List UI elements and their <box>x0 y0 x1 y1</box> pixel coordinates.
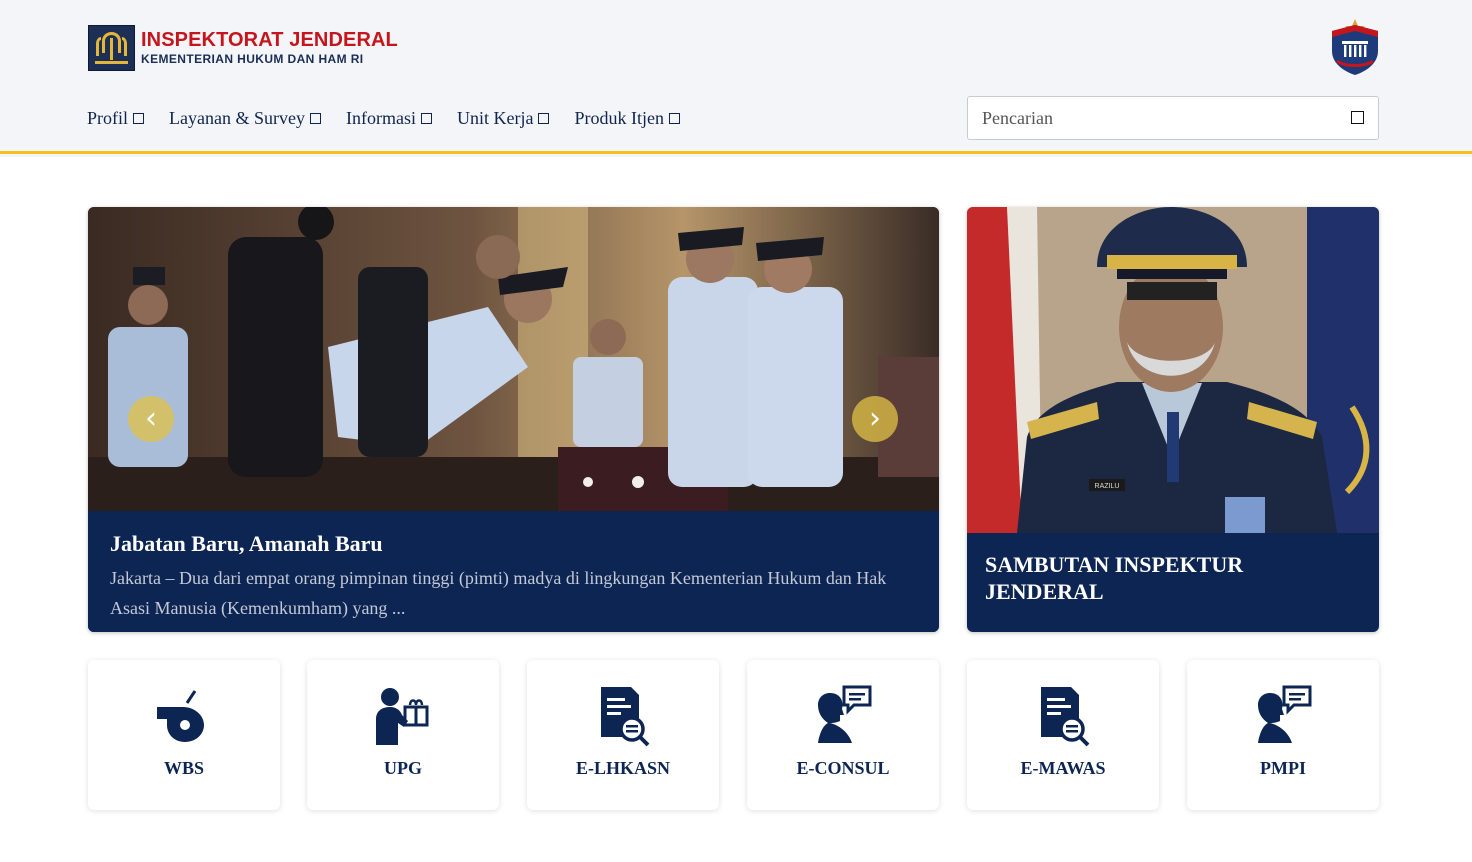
dropdown-caret-icon <box>420 112 432 124</box>
nav-label: Layanan & Survey <box>169 107 305 128</box>
search-box <box>967 96 1379 140</box>
brand-subtitle: KEMENTERIAN HUKUM DAN HAM RI <box>141 52 364 66</box>
main-nav: Profil Layanan & Survey Informasi Unit K… <box>87 106 705 130</box>
news-title[interactable]: Jabatan Baru, Amanah Baru <box>110 531 917 557</box>
service-card-pmpi[interactable]: PMPI <box>1187 660 1379 810</box>
welcome-card[interactable]: RAZILU SAMBUTAN INSPEKTUR JENDERAL <box>967 207 1379 632</box>
dropdown-caret-icon <box>668 112 680 124</box>
chevron-left-icon: ‹ <box>145 401 157 436</box>
nav-item-layanan-survey[interactable]: Layanan & Survey <box>169 108 321 129</box>
carousel-next-button[interactable]: › <box>852 396 898 442</box>
nav-item-produk-itjen[interactable]: Produk Itjen <box>574 108 680 129</box>
service-card-e-consul[interactable]: E-CONSUL <box>747 660 939 810</box>
service-label: UPG <box>384 758 422 778</box>
service-card-upg[interactable]: UPG <box>307 660 499 810</box>
dropdown-caret-icon <box>133 112 145 124</box>
person-gift-icon <box>376 688 429 745</box>
welcome-title[interactable]: SAMBUTAN INSPEKTUR JENDERAL <box>985 551 1365 605</box>
person-chat-icon <box>1258 685 1312 743</box>
nav-item-profil[interactable]: Profil <box>87 107 145 129</box>
search-icon[interactable] <box>1351 111 1364 124</box>
search-input[interactable] <box>968 97 1338 139</box>
document-search-icon <box>601 687 650 747</box>
dropdown-caret-icon <box>538 112 550 124</box>
inspector-general-photo: RAZILU <box>967 207 1379 533</box>
ministry-emblem-icon[interactable] <box>1329 17 1381 77</box>
service-card-e-lhkasn[interactable]: E-LHKASN <box>527 660 719 810</box>
service-label: E-CONSUL <box>796 758 890 778</box>
whistle-icon <box>157 690 204 742</box>
news-photo: ‹ › <box>88 207 939 511</box>
nav-label: Unit Kerja <box>456 107 534 128</box>
nav-label: Profil <box>87 107 129 128</box>
nav-label: Informasi <box>345 107 416 128</box>
news-excerpt: Jakarta – Dua dari empat orang pimpinan … <box>110 568 887 618</box>
service-label: E-MAWAS <box>1020 758 1106 778</box>
service-card-wbs[interactable]: WBS <box>88 660 280 810</box>
brand-title[interactable]: INSPEKTORAT JENDERAL <box>141 29 398 52</box>
document-search-icon <box>1041 687 1090 747</box>
service-label: PMPI <box>1260 758 1306 778</box>
news-caption: Jabatan Baru, Amanah Baru Jakarta – Dua … <box>88 511 939 632</box>
nav-item-unit-kerja[interactable]: Unit Kerja <box>456 107 550 129</box>
service-label: WBS <box>163 758 205 778</box>
name-tag: RAZILU <box>1095 483 1120 490</box>
chevron-right-icon: › <box>869 401 881 436</box>
service-card-e-mawas[interactable]: E-MAWAS <box>967 660 1159 810</box>
pengayoman-logo-icon[interactable] <box>88 25 135 71</box>
site-header: INSPEKTORAT JENDERAL KEMENTERIAN HUKUM D… <box>0 0 1472 154</box>
news-carousel[interactable]: ‹ › Jabatan Baru, Amanah Baru Jakarta – … <box>88 207 939 632</box>
nav-item-informasi[interactable]: Informasi <box>346 108 432 129</box>
carousel-prev-button[interactable]: ‹ <box>128 396 174 442</box>
nav-label: Produk Itjen <box>574 107 664 128</box>
service-label: E-LHKASN <box>575 758 671 778</box>
person-chat-icon <box>818 685 872 743</box>
dropdown-caret-icon <box>309 112 321 124</box>
